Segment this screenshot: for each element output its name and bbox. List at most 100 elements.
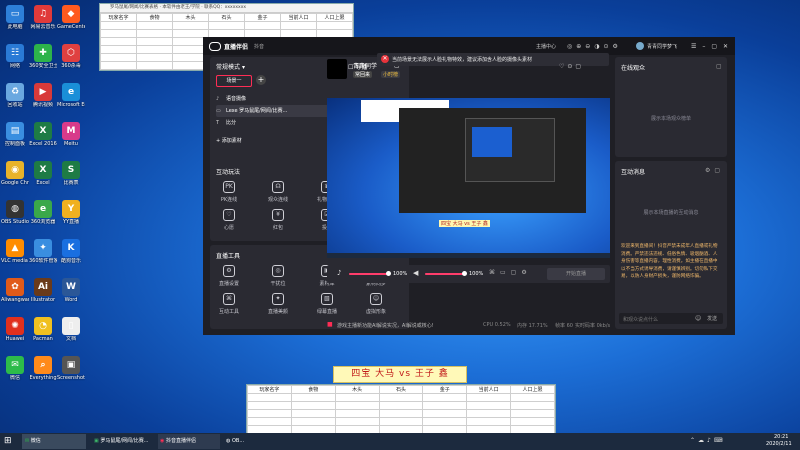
speaker-slider[interactable] xyxy=(425,271,467,276)
table-cell[interactable] xyxy=(247,401,292,410)
table-cell[interactable] xyxy=(136,61,173,70)
table-cell[interactable] xyxy=(378,417,424,426)
column-header[interactable]: 金子 xyxy=(422,385,468,394)
desktop-icon[interactable]: K 酷狗音乐 xyxy=(57,237,85,277)
speaker-slider-knob[interactable] xyxy=(462,271,467,276)
column-header[interactable]: 金子 xyxy=(244,13,281,22)
scene-tab[interactable]: 场景一 xyxy=(216,75,252,87)
start-live-button[interactable]: 开始直播 xyxy=(547,268,605,280)
user-name[interactable]: 青青同学梦飞 xyxy=(647,43,677,50)
desktop-icon[interactable]: ✺ Huawei xyxy=(1,315,29,355)
desktop-icon[interactable]: W Word xyxy=(57,276,85,316)
table-cell[interactable] xyxy=(136,53,173,62)
live-companion-window[interactable]: 直播伴侣 抖音 主播中心 ◎⊕⊖◑⊙⚙ 青青同学梦飞 ☰–▢✕ 常规模式 ▾ ☐… xyxy=(203,37,735,335)
taskbar-item-obs[interactable]: ◍ OB... xyxy=(224,434,254,449)
table-cell[interactable] xyxy=(100,45,137,54)
table-cell[interactable] xyxy=(422,409,468,418)
table-cell[interactable] xyxy=(510,409,555,418)
column-header[interactable]: 当前人口 xyxy=(280,13,317,22)
desktop-icon[interactable]: X Excel xyxy=(29,159,57,199)
table-cell[interactable] xyxy=(100,61,137,70)
tool-button[interactable]: ☊ 观众连线 xyxy=(263,181,293,203)
table-cell[interactable] xyxy=(334,393,380,402)
table-cell[interactable] xyxy=(244,21,281,30)
send-button[interactable]: 发送 xyxy=(707,315,717,322)
column-header[interactable]: 食物 xyxy=(290,385,336,394)
speaker-icon[interactable]: ◀ xyxy=(413,269,418,277)
table-cell[interactable] xyxy=(466,401,512,410)
emoji-icon[interactable]: ☺ xyxy=(695,315,701,322)
mic-icon[interactable]: ♪ xyxy=(337,269,341,277)
table-cell[interactable] xyxy=(100,21,137,30)
messages-settings-icon[interactable]: ⚙▢ xyxy=(705,167,724,174)
tool-button[interactable]: ¥ 红包 xyxy=(263,209,293,231)
column-header[interactable]: 玩家名字 xyxy=(247,385,292,394)
desktop-icon[interactable]: ◔ Pacman xyxy=(29,315,57,355)
audio-option-icons[interactable]: ⌘▭▢⚙ xyxy=(489,269,532,276)
desktop-icon[interactable]: ✦ 360软件管家 xyxy=(29,237,57,277)
status-notice[interactable]: 游戏主播新功能AI解说实况，AI解说或核心! xyxy=(337,322,434,329)
table-cell[interactable] xyxy=(208,21,245,30)
table-cell[interactable] xyxy=(334,417,380,426)
desktop-icon[interactable]: S 比赛表 xyxy=(57,159,85,199)
start-button[interactable]: ⊞ xyxy=(4,436,12,446)
desktop-icon[interactable]: ▭ 此电脑 xyxy=(1,3,29,43)
mic-slider[interactable] xyxy=(349,271,391,276)
chat-input[interactable]: 和观众说点什么 ☺ 发送 xyxy=(619,313,723,324)
table-cell[interactable] xyxy=(136,21,173,30)
table-cell[interactable] xyxy=(466,417,512,426)
desktop-icon[interactable]: ◍ OBS Studio xyxy=(1,198,29,238)
desktop-icon[interactable]: ✿Aliwangwang xyxy=(1,276,29,316)
table-cell[interactable] xyxy=(422,393,468,402)
desktop-icon[interactable]: ✉ 微信 xyxy=(1,354,29,394)
table-cell[interactable] xyxy=(247,393,292,402)
table-cell[interactable] xyxy=(290,409,336,418)
table-cell[interactable] xyxy=(172,21,209,30)
desktop-icon[interactable]: X Excel 2016 xyxy=(29,120,57,160)
desktop-icon[interactable]: eMicrosoft Edge xyxy=(57,81,85,121)
column-header[interactable]: 人口上限 xyxy=(510,385,555,394)
table-cell[interactable] xyxy=(136,45,173,54)
add-scene-button[interactable]: + xyxy=(256,75,266,85)
table-cell[interactable] xyxy=(247,417,292,426)
tool-button[interactable]: ⌘ 互动工具 xyxy=(214,293,244,315)
desktop-icon[interactable]: ◉Google Chrome xyxy=(1,159,29,199)
desktop-icon[interactable]: ▯ 文档 xyxy=(57,315,85,355)
table-cell[interactable] xyxy=(136,29,173,38)
table-cell[interactable] xyxy=(100,37,137,46)
desktop-icon[interactable]: ▲VLC media player xyxy=(1,237,29,277)
table-cell[interactable] xyxy=(100,29,137,38)
table-cell[interactable] xyxy=(280,21,317,30)
table-cell[interactable] xyxy=(290,417,336,426)
table-cell[interactable] xyxy=(466,393,512,402)
table-cell[interactable] xyxy=(136,37,173,46)
taskbar-item-wechat[interactable]: ✉ 微信 xyxy=(22,434,86,449)
desktop-icon[interactable]: ▣ Screenshot xyxy=(57,354,85,394)
tool-button[interactable]: ✦ 直播美颜 xyxy=(263,293,293,315)
column-header[interactable]: 木头 xyxy=(334,385,380,394)
table-cell[interactable] xyxy=(334,401,380,410)
user-avatar[interactable] xyxy=(636,42,644,50)
column-header[interactable]: 石头 xyxy=(208,13,245,22)
platform-tab[interactable]: 抖音 xyxy=(254,43,264,50)
column-header[interactable]: 木头 xyxy=(172,13,209,22)
scene-mode-select[interactable]: 常规模式 ▾ xyxy=(216,62,245,71)
desktop-icon[interactable]: e 360浏览器 xyxy=(29,198,57,238)
clock-date[interactable]: 2020/2/11 xyxy=(766,441,792,447)
desktop-icon[interactable]: ▤ 控制面板 xyxy=(1,120,29,160)
desktop-icon[interactable]: Ai Illustrator xyxy=(29,276,57,316)
host-avatar[interactable] xyxy=(327,59,347,79)
desktop-icon[interactable]: ⬡ 360杀毒 xyxy=(57,42,85,82)
column-header[interactable]: 当前人口 xyxy=(466,385,512,394)
table-cell[interactable] xyxy=(466,409,512,418)
desktop-icon[interactable]: M Meitu xyxy=(57,120,85,160)
tool-button[interactable]: ◎ 干扰位 xyxy=(263,265,293,287)
table-cell[interactable] xyxy=(290,401,336,410)
desktop-icon[interactable]: ♻ 回收站 xyxy=(1,81,29,121)
table-cell[interactable] xyxy=(334,409,380,418)
tray-icons[interactable]: ⌃☁♪⌨ xyxy=(690,437,726,444)
add-source-button[interactable]: + 添加素材 xyxy=(216,137,242,144)
desktop-icon[interactable]: ♫ 网易云音乐 xyxy=(29,3,57,43)
desktop-icon[interactable]: Y YY直播 xyxy=(57,198,85,238)
desktop-icon[interactable]: ▶ 腾讯视频 xyxy=(29,81,57,121)
